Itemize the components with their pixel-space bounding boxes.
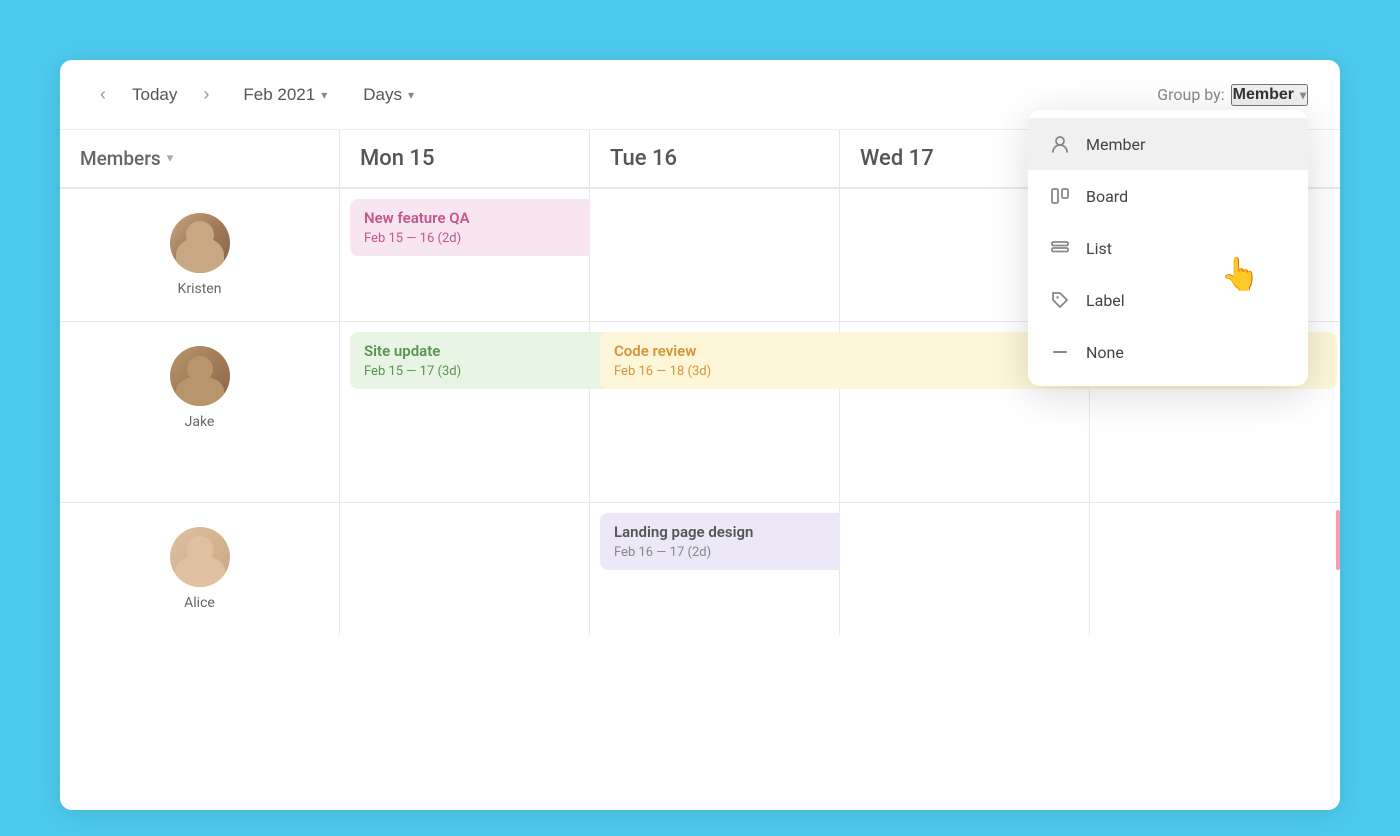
member-name-jake: Jake xyxy=(185,414,215,430)
dropdown-item-label[interactable]: Label xyxy=(1028,274,1308,326)
avatar-kristen xyxy=(170,213,230,273)
days-dropdown-arrow: ▾ xyxy=(408,88,414,102)
toolbar-left: ‹ Today › xyxy=(92,80,217,109)
dropdown-item-none[interactable]: None xyxy=(1028,326,1308,378)
dropdown-board-label: Board xyxy=(1086,187,1128,206)
board-icon xyxy=(1048,184,1072,208)
next-btn[interactable]: › xyxy=(195,80,217,109)
dropdown-member-label: Member xyxy=(1086,135,1145,154)
alice-mon-cell xyxy=(340,503,590,635)
dash-icon xyxy=(1048,340,1072,364)
alice-wed-cell xyxy=(840,503,1090,635)
kristen-tue-cell xyxy=(590,189,840,322)
scroll-indicator[interactable] xyxy=(1336,510,1340,570)
group-by-dropdown-menu: Member Board List xyxy=(1028,110,1308,386)
alice-thu-cell xyxy=(1090,503,1340,635)
group-by-dropdown-btn[interactable]: Member ▾ xyxy=(1231,84,1308,106)
app-container: ‹ Today › Feb 2021 ▾ Days ▾ Group by: Me… xyxy=(60,60,1340,810)
dropdown-label-label: Label xyxy=(1086,291,1125,310)
days-dropdown-btn[interactable]: Days ▾ xyxy=(353,81,424,109)
member-name-kristen: Kristen xyxy=(178,281,222,297)
members-col-header: Members ▾ xyxy=(60,130,340,188)
col-header-tue: Tue 16 xyxy=(590,130,840,188)
dropdown-item-list[interactable]: List xyxy=(1028,222,1308,274)
dropdown-item-board[interactable]: Board xyxy=(1028,170,1308,222)
group-by-section: Group by: Member ▾ xyxy=(1157,84,1308,106)
dropdown-item-member[interactable]: Member xyxy=(1028,118,1308,170)
members-arrow: ▾ xyxy=(167,151,174,166)
group-by-arrow: ▾ xyxy=(1300,88,1306,102)
avatar-jake xyxy=(170,346,230,406)
today-btn[interactable]: Today xyxy=(122,81,187,109)
dropdown-list-label: List xyxy=(1086,239,1112,258)
member-cell-alice: Alice xyxy=(60,503,340,635)
alice-tue-cell: Landing page design Feb 16 — 17 (2d) xyxy=(590,503,840,635)
row-alice: Alice Landing page design Feb 16 — 17 (2… xyxy=(60,503,1340,635)
jake-tue-cell: Code review Feb 16 — 18 (3d) xyxy=(590,322,840,503)
month-dropdown-btn[interactable]: Feb 2021 ▾ xyxy=(233,81,337,109)
person-icon xyxy=(1048,132,1072,156)
avatar-alice xyxy=(170,527,230,587)
col-header-mon: Mon 15 xyxy=(340,130,590,188)
month-dropdown-arrow: ▾ xyxy=(321,88,327,102)
tag-icon xyxy=(1048,288,1072,312)
list-icon xyxy=(1048,236,1072,260)
kristen-mon-cell: New feature QA Feb 15 — 16 (2d) xyxy=(340,189,590,322)
member-cell-kristen: Kristen xyxy=(60,189,340,322)
group-by-label: Group by: xyxy=(1157,85,1224,104)
jake-mon-cell: Site update Feb 15 — 17 (3d) xyxy=(340,322,590,503)
member-cell-jake: Jake xyxy=(60,322,340,503)
member-name-alice: Alice xyxy=(184,595,215,611)
prev-btn[interactable]: ‹ xyxy=(92,80,114,109)
dropdown-none-label: None xyxy=(1086,343,1124,362)
